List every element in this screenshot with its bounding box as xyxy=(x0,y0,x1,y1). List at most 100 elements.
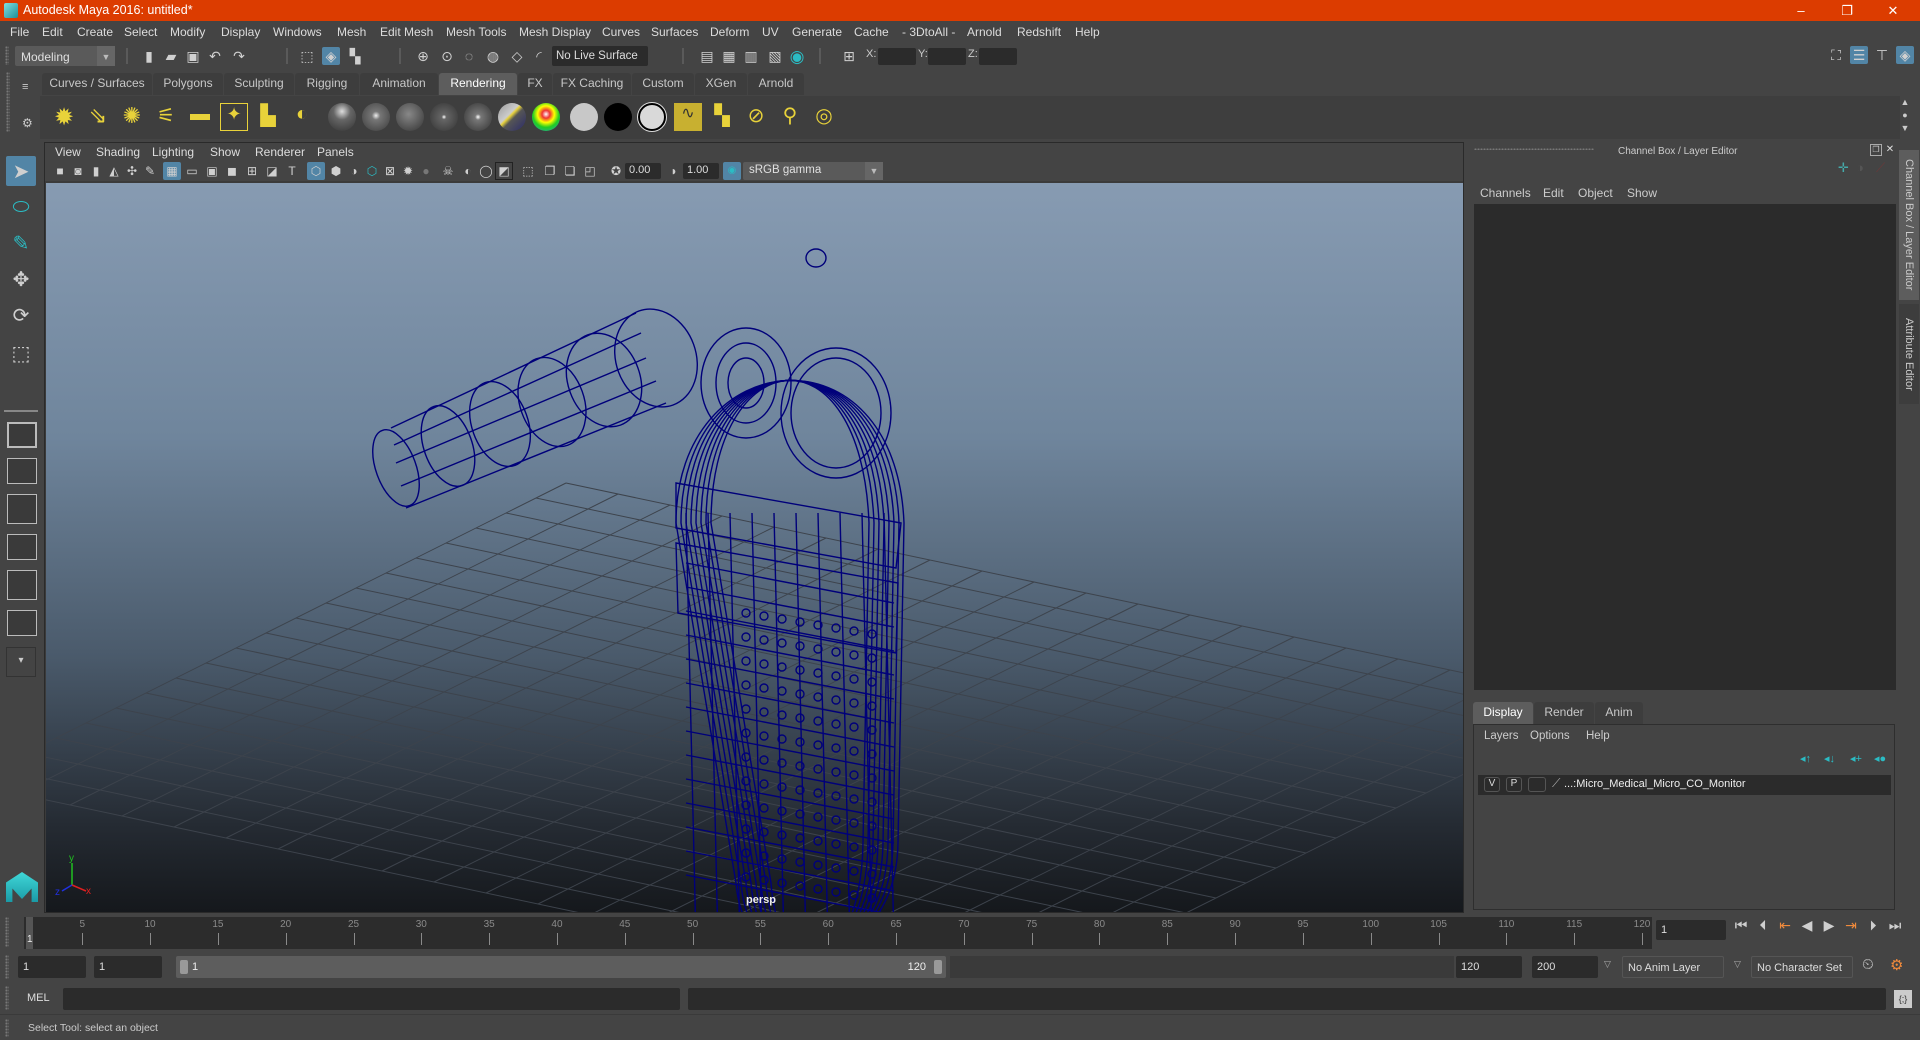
current-frame-field[interactable]: 1 xyxy=(1656,920,1726,940)
use-background-shader-icon[interactable] xyxy=(604,103,632,131)
go-to-end-icon[interactable]: ⏭ xyxy=(1886,917,1904,934)
vp-menu-shading[interactable]: Shading xyxy=(96,145,140,159)
shading-icon[interactable]: ◑ xyxy=(1856,160,1864,175)
step-forward-key-icon[interactable]: ⇥ xyxy=(1842,917,1860,934)
animation-preferences-icon[interactable]: ⚙ xyxy=(1890,956,1903,974)
anti-aliasing-icon[interactable]: ◯ xyxy=(477,162,495,180)
menu-modify[interactable]: Modify xyxy=(170,25,205,39)
layer-tab-render[interactable]: Render xyxy=(1534,702,1594,724)
drag-handle[interactable] xyxy=(5,986,9,1010)
layer-tab-anim[interactable]: Anim xyxy=(1595,702,1643,724)
hypershade-icon[interactable]: ◉ xyxy=(788,47,806,65)
layered-shader-icon[interactable] xyxy=(498,103,526,131)
transform-mode-icon[interactable]: ⊞ xyxy=(840,47,858,65)
snap-curve-icon[interactable]: ⊙ xyxy=(438,47,456,65)
four-pane-layout-icon[interactable] xyxy=(7,458,37,484)
shelf-scroll[interactable]: ▲ ● ▼ xyxy=(1898,96,1912,139)
spot-light-icon[interactable]: ⚟ xyxy=(152,103,180,131)
tool-settings-icon[interactable]: ⊤ xyxy=(1873,46,1891,64)
render-settings-shelf-icon[interactable]: ◐ xyxy=(288,103,316,131)
menu-edit-mesh[interactable]: Edit Mesh xyxy=(380,25,433,39)
step-back-frame-icon[interactable]: ⏴ xyxy=(1754,917,1772,934)
anim-layer-dropdown[interactable]: No Anim Layer xyxy=(1622,956,1724,978)
new-layer-icon[interactable]: ◂+ xyxy=(1850,752,1862,765)
camera-attributes-icon[interactable]: ◙ xyxy=(69,162,87,180)
shadows-icon[interactable]: ● xyxy=(417,162,435,180)
anisotropic-material-icon[interactable] xyxy=(464,103,492,131)
2d-pan-zoom-icon[interactable]: ✣ xyxy=(123,162,141,180)
shelf-tab-curves-surfaces[interactable]: Curves / Surfaces xyxy=(42,73,152,95)
vp-menu-view[interactable]: View xyxy=(55,145,81,159)
outliner-graph-layout-icon[interactable] xyxy=(7,610,37,636)
menu-3dtoall[interactable]: - 3DtoAll - xyxy=(902,25,955,39)
safe-action-icon[interactable]: ◪ xyxy=(263,162,281,180)
shelf-tab-rendering[interactable]: Rendering xyxy=(439,73,517,95)
screen-space-ao-icon[interactable]: ☠ xyxy=(439,162,457,180)
layer-type-toggle[interactable] xyxy=(1528,777,1546,792)
smooth-shade-icon[interactable]: ⬢ xyxy=(327,162,345,180)
layer-row[interactable]: V P ⟋ ...:Micro_Medical_Micro_CO_Monitor xyxy=(1478,775,1891,795)
depth-of-field-icon[interactable]: ◩ xyxy=(495,162,513,180)
make-live-icon[interactable]: ◜ xyxy=(530,47,548,65)
menu-arnold[interactable]: Arnold xyxy=(967,25,1002,39)
motion-blur-icon[interactable]: ◐ xyxy=(459,162,477,180)
hypershade-shelf-icon[interactable]: ∿ xyxy=(674,103,702,131)
layer-name[interactable]: ...:Micro_Medical_Micro_CO_Monitor xyxy=(1564,778,1746,790)
layer-color-swatch[interactable]: ⟋ xyxy=(1552,776,1560,791)
snap-view-plane-icon[interactable]: ◍ xyxy=(484,47,502,65)
image-plane-icon[interactable]: ◭ xyxy=(105,162,123,180)
vp-menu-lighting[interactable]: Lighting xyxy=(152,145,194,159)
slider-icon[interactable]: ⟋ xyxy=(1876,160,1885,176)
snap-live-icon[interactable]: ◇ xyxy=(508,47,526,65)
default-material-icon[interactable]: ◑ xyxy=(345,162,363,180)
vp-menu-panels[interactable]: Panels xyxy=(317,145,354,159)
layer-playback-toggle[interactable]: P xyxy=(1506,777,1522,792)
drag-handle[interactable] xyxy=(5,917,9,947)
character-set-dropdown[interactable]: No Character Set xyxy=(1751,956,1853,978)
menu-redshift[interactable]: Redshift xyxy=(1017,25,1061,39)
menu-help[interactable]: Help xyxy=(1075,25,1100,39)
surface-shader-white-icon[interactable] xyxy=(637,102,667,132)
layer-tab-display[interactable]: Display xyxy=(1473,702,1533,724)
use-all-lights-icon[interactable]: ✹ xyxy=(399,162,417,180)
menu-edit[interactable]: Edit xyxy=(42,25,63,39)
menu-mesh-display[interactable]: Mesh Display xyxy=(519,25,591,39)
step-back-key-icon[interactable]: ⇤ xyxy=(1776,917,1794,934)
select-tool-icon[interactable]: ➤ xyxy=(6,156,36,186)
surface-shader-gray-icon[interactable] xyxy=(570,103,598,131)
menu-uv[interactable]: UV xyxy=(762,25,779,39)
maximize-button[interactable]: ❐ xyxy=(1824,0,1870,21)
move-layer-up-icon[interactable]: ◂↑ xyxy=(1800,752,1811,765)
go-to-start-icon[interactable]: ⏮ xyxy=(1732,917,1750,934)
menu-deform[interactable]: Deform xyxy=(710,25,749,39)
channelbox-menu-edit[interactable]: Edit xyxy=(1543,186,1564,200)
modeling-toolkit-icon[interactable]: ⛶ xyxy=(1827,46,1845,64)
render-layer-icon[interactable]: ▚ xyxy=(708,103,736,131)
more-layouts-button[interactable]: ▾ xyxy=(6,647,36,677)
mel-input[interactable] xyxy=(63,988,680,1010)
exposure-icon[interactable]: ✪ xyxy=(607,162,625,180)
shelf-tab-fx[interactable]: FX xyxy=(518,73,552,95)
menu-create[interactable]: Create xyxy=(77,25,113,39)
save-scene-icon[interactable]: ▣ xyxy=(184,47,202,65)
menu-generate[interactable]: Generate xyxy=(792,25,842,39)
new-layer-selected-icon[interactable]: ◂● xyxy=(1874,752,1886,765)
animation-end-field[interactable]: 200 xyxy=(1532,956,1598,978)
chevron-down-icon[interactable]: ▽ xyxy=(1734,959,1741,970)
paint-select-tool-icon[interactable]: ✎ xyxy=(6,228,36,258)
shelf-tab-custom[interactable]: Custom xyxy=(632,73,694,95)
close-panel-icon[interactable]: ✕ xyxy=(1884,144,1896,156)
persp-graph-layout-icon[interactable] xyxy=(7,534,37,560)
lasso-tool-icon[interactable]: ⬭ xyxy=(6,192,36,222)
z-field[interactable] xyxy=(979,48,1017,65)
manipulator-icon[interactable]: ✛ xyxy=(1838,160,1849,176)
shelf-tab-rigging[interactable]: Rigging xyxy=(295,73,359,95)
camera-icon[interactable]: ■ xyxy=(51,162,69,180)
undo-icon[interactable]: ↶ xyxy=(206,47,224,65)
outliner-persp-layout-icon[interactable] xyxy=(7,570,37,600)
shelf-tab-arnold[interactable]: Arnold xyxy=(748,73,804,95)
rotate-tool-icon[interactable]: ⟳ xyxy=(6,300,36,330)
channelbox-menu-channels[interactable]: Channels xyxy=(1480,186,1531,200)
play-forwards-icon[interactable]: ▶ xyxy=(1820,917,1838,934)
snap-point-icon[interactable]: ◌ xyxy=(460,47,478,65)
